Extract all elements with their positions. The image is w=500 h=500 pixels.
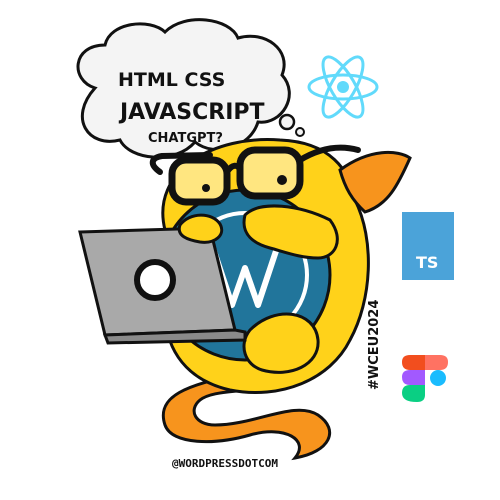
illustration: HTML CSS JAVASCRIPT CHATGPT? TS #WCEU202…	[76, 18, 454, 470]
wapuu-hand	[177, 213, 224, 244]
typescript-label: TS	[416, 253, 438, 272]
bubble-dot	[295, 127, 305, 137]
bubble-text-chatgpt: CHATGPT?	[148, 131, 223, 146]
event-hashtag: #WCEU2024	[367, 300, 382, 390]
thought-bubble: HTML CSS JAVASCRIPT CHATGPT?	[76, 18, 305, 159]
bubble-dot	[278, 113, 296, 131]
react-logo-icon	[307, 55, 379, 119]
credit-text: @WORDPRESSDOTCOM	[172, 457, 278, 470]
figma-logo-icon	[402, 355, 448, 402]
typescript-badge-icon: TS	[402, 212, 454, 280]
bubble-text-html-css: HTML CSS	[118, 69, 225, 91]
bubble-text-javascript: JAVASCRIPT	[118, 100, 265, 125]
laptop-logo-icon	[134, 259, 176, 301]
